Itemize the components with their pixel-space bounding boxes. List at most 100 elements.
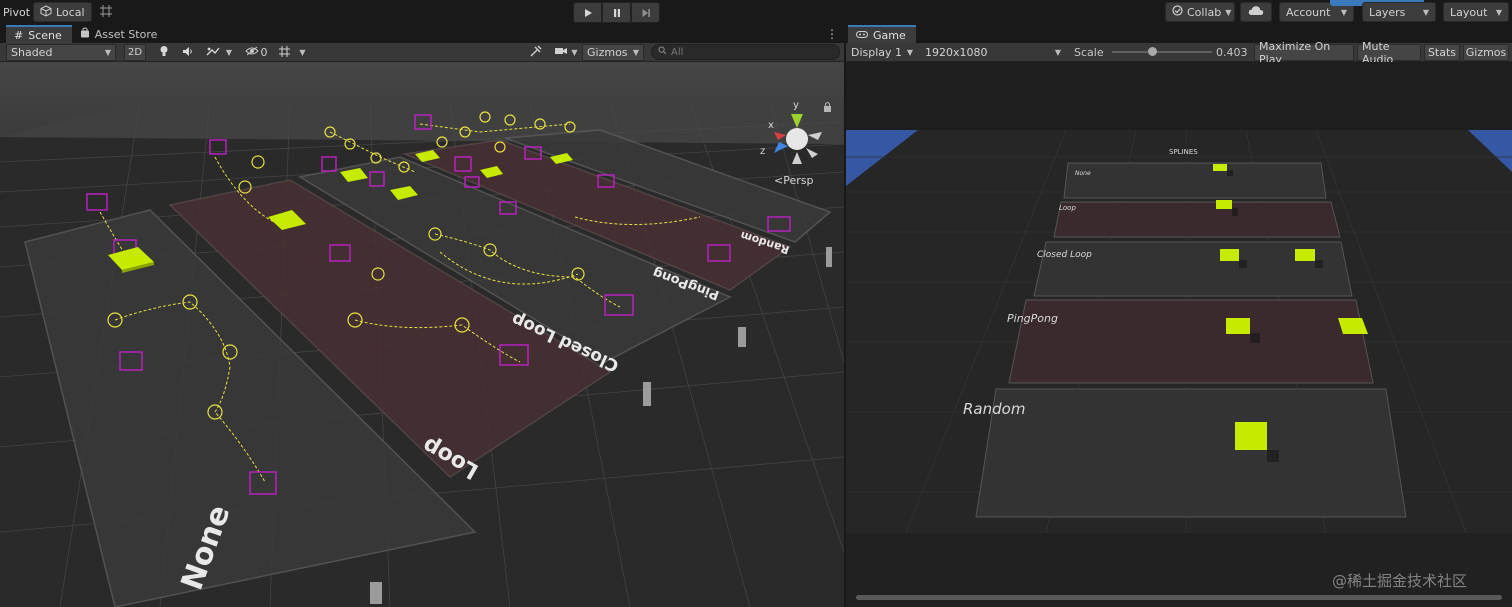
local-toggle[interactable]: Local [33,2,92,22]
gizmos-label: Gizmos [587,46,628,59]
cloud-icon [1248,5,1264,19]
more-options-icon[interactable]: ⋮ [826,27,838,41]
collab-icon [1172,5,1183,19]
tools-button[interactable] [526,44,546,61]
caret-down-icon: ▼ [571,48,578,57]
game-panel: Game Display 1 ▼ 1920x1080 ▼ Scale 0.403… [846,25,1512,607]
tab-game[interactable]: Game [848,25,916,43]
display-value: Display 1 [851,46,903,59]
axis-label-x: x [768,120,774,131]
local-label: Local [56,5,85,19]
gamepad-icon [856,29,868,42]
resolution-dropdown[interactable]: 1920x1080 ▼ [920,44,1066,61]
cube-icon [40,4,52,20]
pause-button[interactable] [602,2,631,23]
mute-audio-toggle[interactable]: Mute Audio [1357,40,1421,66]
camera-dropdown[interactable]: ▼ [552,44,580,61]
watermark-text: @稀土掘金技术社区 [1332,572,1467,590]
axis-label-y: y [793,100,799,111]
game-lane-none [1063,162,1327,199]
grid-icon [278,45,291,61]
hash-icon: # [14,28,24,42]
caret-down-icon: ▼ [299,48,306,57]
caret-down-icon: ▼ [632,48,639,57]
tab-game-label: Game [873,28,906,42]
tools-icon [530,45,542,60]
bag-icon [80,27,90,41]
scene-viewport[interactable]: None Loop Closed Loop PingPong Random y … [0,62,844,607]
grid-dropdown[interactable]: ▼ [274,44,310,61]
lightbulb-icon [159,45,169,60]
scale-slider-thumb[interactable] [1148,47,1158,56]
pivot-toggle[interactable]: Pivot [0,2,37,22]
step-icon [642,8,650,17]
scale-slider-track[interactable] [1112,51,1212,53]
tab-asset-store-label: Asset Store [94,27,158,41]
shading-mode-dropdown[interactable]: Shaded ▼ [6,44,116,61]
resolution-value: 1920x1080 [925,46,988,59]
stats-toggle[interactable]: Stats [1424,44,1460,61]
effects-dropdown[interactable]: ▼ [202,44,236,61]
tab-asset-store[interactable]: Asset Store [72,25,168,43]
caret-down-icon: ▼ [1340,7,1347,17]
game-lane-label-pingpong: PingPong [1007,312,1058,325]
game-lane-label-closed-loop: Closed Loop [1037,250,1092,260]
pause-icon [613,8,620,17]
cloud-button[interactable] [1240,2,1272,22]
game-lane-pingpong [1008,299,1374,384]
game-viewport[interactable]: SPLINES None Loop Closed Loop PingPong R… [846,62,1512,607]
2d-label: 2D [127,47,143,58]
speaker-icon [182,46,194,60]
tab-scene[interactable]: # Scene [6,25,72,43]
layers-label: Layers [1369,5,1406,19]
pivot-label: Pivot [3,5,31,19]
lighting-toggle[interactable] [154,44,174,61]
caret-down-icon: ▼ [1495,7,1502,17]
scene-render: None Loop Closed Loop PingPong Random y … [0,62,844,607]
main-toolbar: Pivot Local Collab ▼ Account ▼ Layers ▼ … [0,0,1512,25]
audio-toggle[interactable] [178,44,198,61]
tab-scene-label: Scene [28,28,62,42]
caret-down-icon: ▼ [1422,7,1429,17]
persp-label[interactable]: <Persp [774,174,813,187]
game-scrollbar[interactable] [856,595,1502,600]
game-title: SPLINES [1169,148,1198,156]
eye-slash-icon [244,46,259,59]
search-placeholder: All [671,46,684,58]
game-lane-label-loop: Loop [1059,204,1076,212]
hidden-count: 0 [260,46,268,59]
grid-snap-icon [99,4,113,21]
play-button[interactable] [573,2,602,23]
game-render: SPLINES None Loop Closed Loop PingPong R… [846,62,1512,607]
display-dropdown[interactable]: Display 1 ▼ [846,44,918,61]
playback-controls [573,2,660,23]
layout-label: Layout [1450,5,1488,19]
caret-down-icon: ▼ [104,48,111,57]
caret-down-icon: ▼ [225,48,233,57]
2d-toggle[interactable]: 2D [124,44,146,61]
play-icon [584,8,592,17]
camera-icon [554,46,568,59]
axis-label-z: z [760,146,765,157]
layers-dropdown[interactable]: Layers ▼ [1362,2,1436,22]
shading-mode-value: Shaded [11,46,53,59]
game-lane-label-random: Random [963,400,1025,418]
step-button[interactable] [631,2,660,23]
caret-down-icon: ▼ [1054,48,1061,57]
game-gizmos-toggle[interactable]: Gizmos [1463,44,1509,61]
gizmos-dropdown[interactable]: Gizmos ▼ [582,44,644,61]
caret-down-icon: ▼ [1225,7,1232,17]
grid-snap-button[interactable] [92,2,120,22]
game-lane-loop [1053,201,1341,238]
game-gizmos-label: Gizmos [1465,46,1507,59]
account-label: Account [1286,5,1331,19]
maximize-on-play-toggle[interactable]: Maximize On Play [1254,40,1354,66]
collab-dropdown[interactable]: Collab ▼ [1165,2,1235,22]
caret-down-icon: ▼ [906,48,913,57]
scene-panel: # Scene Asset Store ⋮ Shaded ▼ 2D ▼ 0 ▼ … [0,25,844,607]
search-icon [658,46,667,58]
layout-dropdown[interactable]: Layout ▼ [1443,2,1509,22]
hidden-objects-toggle[interactable]: 0 [242,44,270,61]
scene-search-input[interactable]: All [651,44,840,60]
scale-value: 0.403 [1216,46,1248,59]
